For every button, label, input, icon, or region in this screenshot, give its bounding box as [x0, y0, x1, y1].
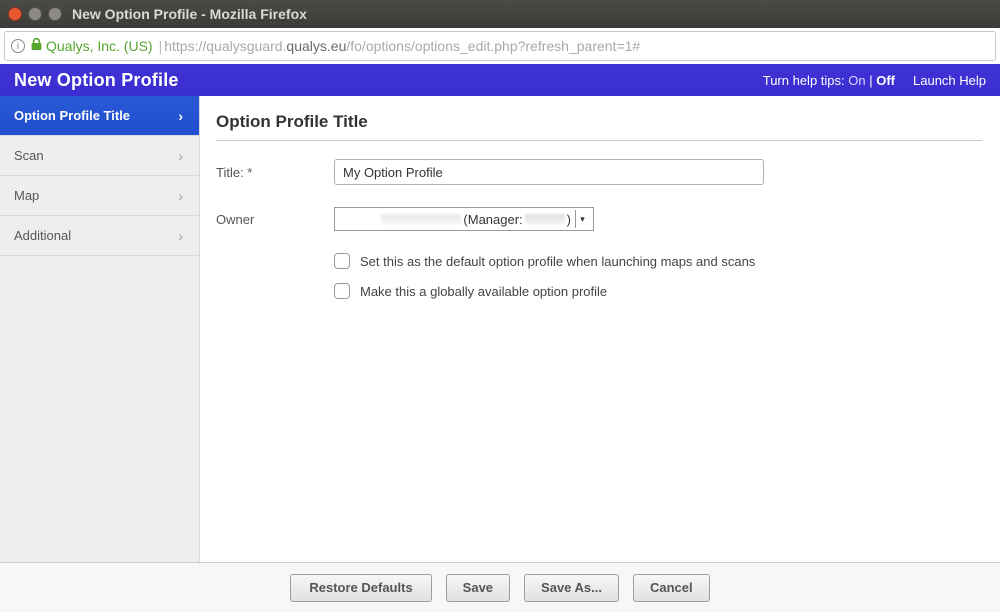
- title-field-row: Title: *: [216, 159, 982, 185]
- content-heading: Option Profile Title: [216, 112, 982, 141]
- owner-label: Owner: [216, 212, 334, 227]
- site-identity-org: Qualys, Inc. (US): [46, 38, 153, 54]
- lock-icon: [31, 38, 42, 54]
- minimize-window-icon[interactable]: [28, 7, 42, 21]
- chevron-right-icon: ›: [178, 148, 183, 164]
- global-profile-checkbox-row: Make this a globally available option pr…: [334, 283, 982, 299]
- sidebar-item-label: Scan: [14, 148, 44, 163]
- launch-help-link[interactable]: Launch Help: [913, 73, 986, 88]
- owner-field-row: Owner (Manager: ) ▾: [216, 207, 982, 231]
- owner-display-text: (Manager:: [463, 212, 522, 227]
- chevron-right-icon: ›: [178, 228, 183, 244]
- global-profile-checkbox[interactable]: [334, 283, 350, 299]
- page-title: New Option Profile: [14, 70, 179, 91]
- url-pre: https://qualysguard.: [164, 38, 286, 54]
- address-bar[interactable]: i Qualys, Inc. (US) | https://qualysguar…: [4, 31, 996, 61]
- cancel-button[interactable]: Cancel: [633, 574, 710, 602]
- restore-defaults-button[interactable]: Restore Defaults: [290, 574, 431, 602]
- redacted-text: [381, 214, 461, 224]
- sidebar-item-label: Additional: [14, 228, 71, 243]
- sidebar-item-label: Option Profile Title: [14, 108, 130, 123]
- default-profile-checkbox[interactable]: [334, 253, 350, 269]
- sidebar-item-label: Map: [14, 188, 39, 203]
- window-title: New Option Profile - Mozilla Firefox: [72, 6, 307, 22]
- url-separator: |: [159, 38, 163, 54]
- default-profile-label: Set this as the default option profile w…: [360, 254, 755, 269]
- close-window-icon[interactable]: [8, 7, 22, 21]
- help-tips-on[interactable]: On: [848, 73, 865, 88]
- help-tips-toggle: Turn help tips: On | Off: [763, 73, 895, 88]
- sidebar-item-option-profile-title[interactable]: Option Profile Title ›: [0, 96, 199, 136]
- sidebar: Option Profile Title › Scan › Map › Addi…: [0, 96, 200, 562]
- global-profile-label: Make this a globally available option pr…: [360, 284, 607, 299]
- content-panel: Option Profile Title Title: * Owner (Man…: [200, 96, 1000, 562]
- sidebar-item-additional[interactable]: Additional ›: [0, 216, 199, 256]
- help-tips-sep: |: [866, 73, 877, 88]
- url-post: /fo/options/options_edit.php?refresh_par…: [346, 38, 640, 54]
- url-text: https://qualysguard.qualys.eu/fo/options…: [164, 38, 640, 54]
- footer-buttons: Restore Defaults Save Save As... Cancel: [0, 562, 1000, 612]
- owner-select[interactable]: (Manager: ) ▾: [334, 207, 594, 231]
- owner-display-close: ): [567, 212, 571, 227]
- maximize-window-icon[interactable]: [48, 7, 62, 21]
- title-input[interactable]: [334, 159, 764, 185]
- help-tips-off[interactable]: Off: [876, 73, 895, 88]
- chevron-right-icon: ›: [178, 188, 183, 204]
- help-tips-label: Turn help tips:: [763, 73, 845, 88]
- save-as-button[interactable]: Save As...: [524, 574, 619, 602]
- save-button[interactable]: Save: [446, 574, 510, 602]
- window-controls: [8, 7, 62, 21]
- os-titlebar: New Option Profile - Mozilla Firefox: [0, 0, 1000, 28]
- sidebar-item-scan[interactable]: Scan ›: [0, 136, 199, 176]
- title-label: Title: *: [216, 165, 334, 180]
- url-host: qualys.eu: [286, 38, 346, 54]
- redacted-text: [525, 214, 565, 224]
- chevron-right-icon: ›: [178, 108, 183, 124]
- default-profile-checkbox-row: Set this as the default option profile w…: [334, 253, 982, 269]
- dropdown-arrow-icon: ▾: [575, 210, 589, 228]
- sidebar-item-map[interactable]: Map ›: [0, 176, 199, 216]
- site-info-icon[interactable]: i: [11, 39, 25, 53]
- page-header: New Option Profile Turn help tips: On | …: [0, 64, 1000, 96]
